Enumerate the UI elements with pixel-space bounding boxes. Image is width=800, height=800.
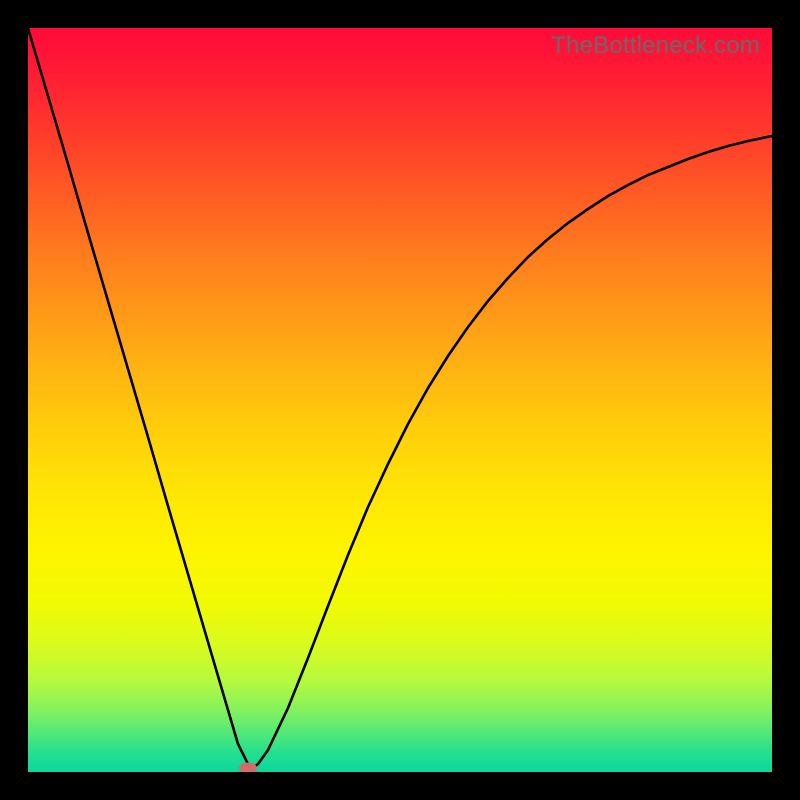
plot-area: TheBottleneck.com [28, 28, 772, 772]
curve-path [28, 28, 772, 768]
chart-frame: TheBottleneck.com [0, 0, 800, 800]
minimum-marker [239, 763, 257, 773]
bottleneck-curve [28, 28, 772, 772]
